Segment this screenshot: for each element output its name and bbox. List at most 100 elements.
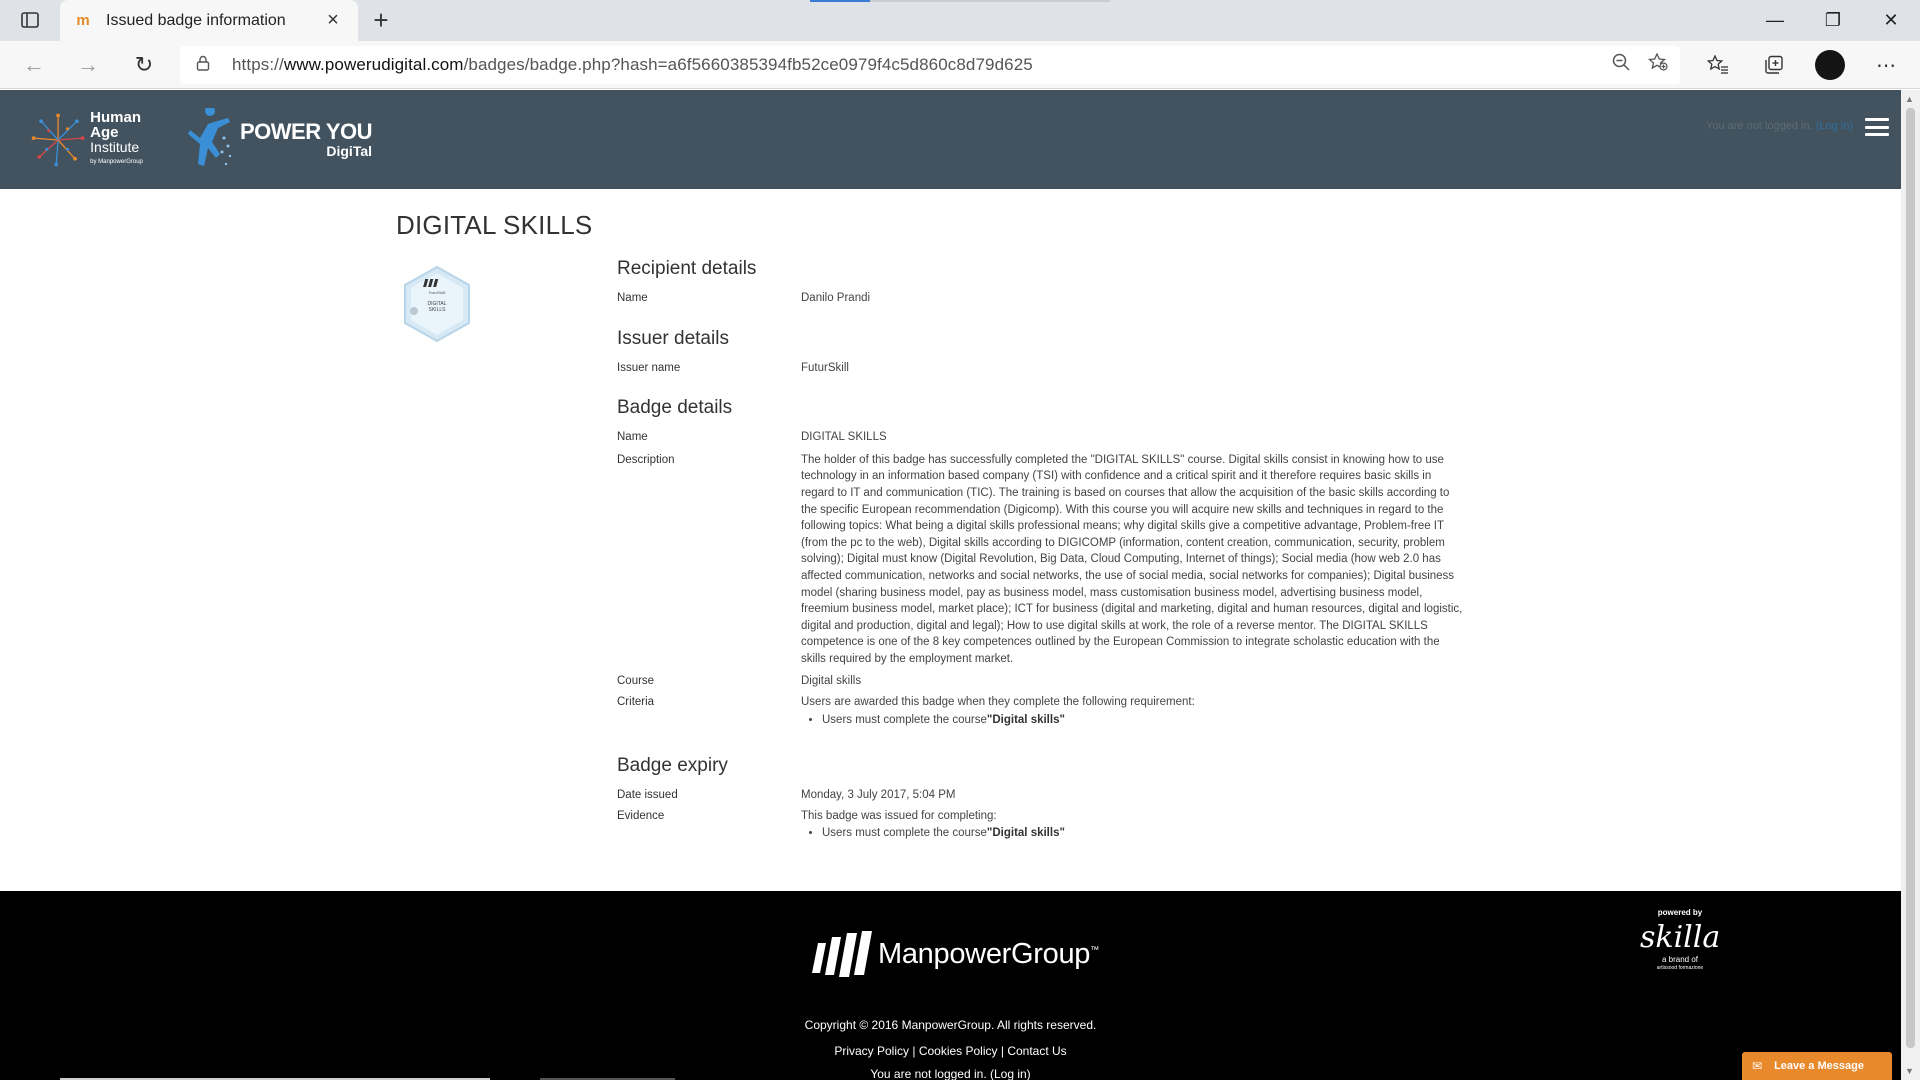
badge-name-row: Name DIGITAL SKILLS [617,429,1497,446]
badge-image: FuturSkill DIGITAL SKILLS [404,265,470,343]
hai-logo-text: Human Age Institute by ManpowerGroup [90,110,168,170]
tab-title: Issued badge information [106,11,286,29]
header-login-info: You are not logged in. (Log in) [1706,120,1853,132]
more-menu-icon[interactable]: ⋯ [1858,47,1914,83]
footer-separator: | [909,1044,919,1058]
date-issued-value: Monday, 3 July 2017, 5:04 PM [801,789,956,802]
cookies-policy-link[interactable]: Cookies Policy [919,1044,998,1058]
badge-criteria-row: Criteria Users are awarded this badge wh… [617,694,1497,728]
browser-tab-active[interactable]: m Issued badge information × [60,0,358,41]
forward-arrow-icon[interactable]: → [72,50,104,80]
collections-icon[interactable] [1746,47,1802,83]
page-scrollbar[interactable]: ▲ ▼ [1901,90,1920,1080]
window-controls: — ❐ ✕ [1746,0,1920,41]
back-arrow-icon[interactable]: ← [18,50,50,80]
hai-line2: Institute [90,139,140,155]
skilla-brand-line2: artissood formazione [1656,965,1704,971]
site-footer: ManpowerGroup™ Copyright © 2016 Manpower… [0,891,1901,1080]
power-you-digital-logo[interactable]: POWER YOU DigiTal [180,108,373,172]
lock-icon[interactable] [196,55,216,76]
badge-name-value: DIGITAL SKILLS [801,431,887,444]
site-header: Human Age Institute by ManpowerGroup POW… [0,90,1901,189]
description-line: the specific European recommendation (Di… [801,503,1444,516]
header-login-link[interactable]: (Log in) [1816,120,1853,132]
powered-by-text: powered by [1657,908,1703,917]
favorites-icon[interactable] [1690,47,1746,83]
evidence-item-course: "Digital skills" [986,827,1065,840]
minimize-icon[interactable]: — [1746,0,1804,41]
description-line: (from the pc to the web), Digital skills… [801,536,1445,549]
recipient-name-value: Danilo Prandi [801,292,871,304]
scrollbar-thumb[interactable] [1906,108,1915,1048]
criteria-list: Users must complete the course"Digital s… [801,712,1497,729]
manpowergroup-mark-icon [812,931,872,977]
badge-details-panel: Recipient details Name Danilo Prandi Iss… [617,258,1497,842]
issuer-heading: Issuer details [617,327,729,349]
site-favicon-icon: m [76,11,90,29]
issuer-name-row: Issuer name FuturSkill [617,360,1497,377]
badge-expiry-heading: Badge expiry [617,755,728,777]
criteria-intro: Users are awarded this badge when they c… [801,696,1195,709]
badge-details-heading: Badge details [617,397,733,419]
zoom-icon[interactable] [1612,53,1630,77]
issuer-name-value: FuturSkill [801,361,849,374]
description-line: The holder of this badge has successfull… [801,453,1444,466]
evidence-label: Evidence [617,809,665,822]
jumping-figure-icon [188,108,232,166]
privacy-policy-link[interactable]: Privacy Policy [834,1044,909,1058]
evidence-row: Evidence This badge was issued for compl… [617,808,1497,842]
tab-actions-icon[interactable] [18,9,42,31]
browser-tab-bar: m Issued badge information × + — ❐ ✕ [0,0,1920,41]
window-close-icon[interactable]: ✕ [1862,0,1920,41]
footer-separator: | [997,1044,1008,1058]
new-tab-icon[interactable]: + [366,6,396,36]
description-line: following topics: What being a digital s… [801,520,1445,533]
evidence-intro: This badge was issued for completing: [801,809,997,822]
human-age-institute-logo[interactable]: Human Age Institute by ManpowerGroup [28,108,168,172]
description-line: skills required by the employment market… [801,652,1014,665]
scroll-up-icon[interactable]: ▲ [1905,94,1914,104]
powered-by-skilla[interactable]: powered by skilla a brand of artissood f… [1640,908,1720,973]
badge-description-label: Description [617,453,675,466]
leave-message-label: Leave a Message [1774,1060,1864,1072]
issuer-name-label: Issuer name [617,361,681,374]
address-bar[interactable]: https://www.powerudigital.com/badges/bad… [180,46,1680,84]
reload-icon[interactable]: ↻ [128,50,160,80]
scroll-down-icon[interactable]: ▼ [1905,1066,1914,1076]
restore-icon[interactable]: ❐ [1804,0,1862,41]
power-line2: DigiTal [326,143,373,159]
skilla-brand-line1: a brand of [1661,955,1699,964]
hai-line1: Human Age [90,109,142,141]
envelope-icon: ✉ [1752,1059,1763,1073]
criteria-item-text: Users must complete the course [822,713,987,726]
recipient-name-row: Name Danilo Prandi [617,290,1497,307]
browser-nav-bar: ← → ↻ https://www.powerudigital.com/badg… [0,41,1920,89]
badge-criteria-label: Criteria [617,696,655,709]
badge-course-value: Digital skills [801,674,862,687]
contact-us-link[interactable]: Contact Us [1007,1044,1066,1058]
description-line: regard to IT and communication (TIC). Th… [801,486,1450,499]
web-page: Human Age Institute by ManpowerGroup POW… [0,90,1901,1080]
tab-strip-indicator-active [810,0,870,2]
evidence-list: Users must complete the course"Digital s… [801,825,1497,842]
footer-copyright: Copyright © 2016 ManpowerGroup. All righ… [804,1018,1097,1032]
description-line: digital and production, digital and lega… [801,619,1428,632]
add-favorite-icon[interactable] [1647,52,1668,77]
badge-image-line2: SKILLS [429,307,447,313]
manpowergroup-logo[interactable]: ManpowerGroup™ [812,929,1099,979]
criteria-item-course: "Digital skills" [986,713,1065,726]
badge-course-row: Course Digital skills [617,673,1497,690]
address-bar-icons [1612,52,1668,77]
description-line: competence is one of the 8 key competenc… [801,636,1440,649]
leave-message-button[interactable]: ✉ Leave a Message [1742,1052,1892,1080]
tab-close-icon[interactable]: × [322,9,344,32]
criteria-item: Users must complete the course"Digital s… [822,712,1497,729]
description-line: technology in an information based compa… [801,470,1432,483]
evidence-value: This badge was issued for completing: Us… [801,808,1497,842]
url-text[interactable]: https://www.powerudigital.com/badges/bad… [232,55,1033,75]
date-issued-row: Date issued Monday, 3 July 2017, 5:04 PM [617,787,1497,804]
profile-avatar[interactable] [1802,47,1858,83]
not-logged-in-text: You are not logged in. [1706,120,1813,132]
hamburger-menu-icon[interactable] [1865,118,1889,136]
url-host: www.powerudigital.com [283,55,464,74]
